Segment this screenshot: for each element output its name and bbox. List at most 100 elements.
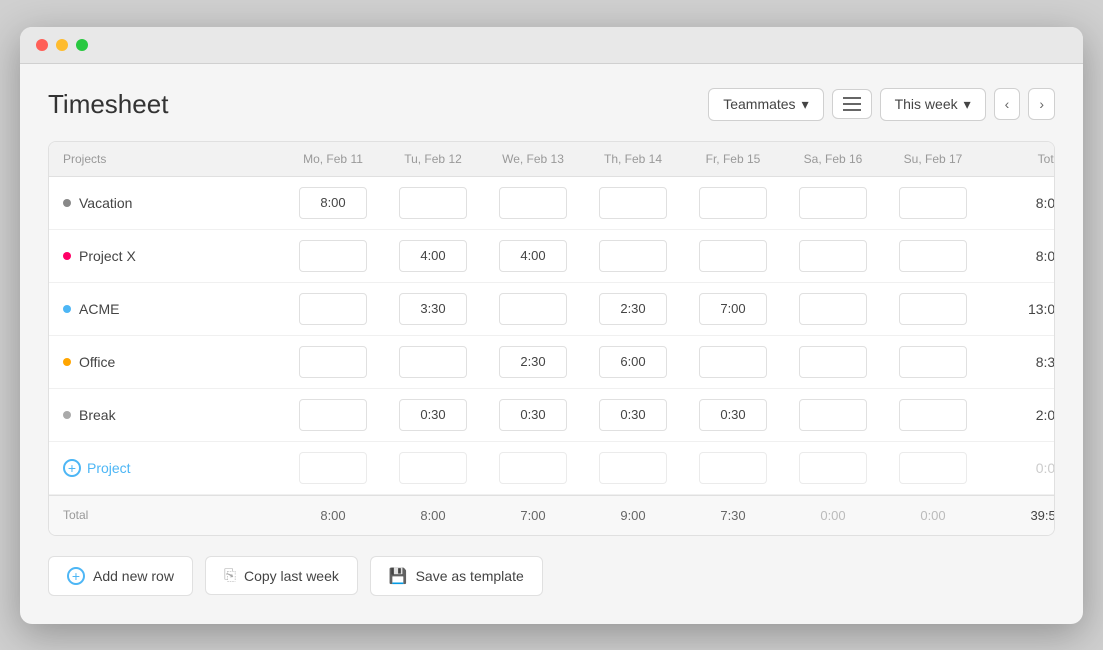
time-input-sun[interactable] <box>899 293 967 325</box>
total-mon: 8:00 <box>283 508 383 523</box>
project-dot <box>63 358 71 366</box>
row-total: 8:30 <box>983 354 1055 370</box>
time-input-tue[interactable] <box>399 293 467 325</box>
add-project-label: Project <box>87 460 131 476</box>
add-row-button[interactable]: + Add new row <box>48 556 193 596</box>
time-input-sun[interactable] <box>899 399 967 431</box>
teammates-button[interactable]: Teammates ▾ <box>708 88 823 121</box>
table-row: ACME 13:00 × <box>49 283 1054 336</box>
maximize-button[interactable] <box>76 39 88 51</box>
col-projects: Projects <box>63 152 283 166</box>
chevron-down-icon: ▾ <box>964 96 971 113</box>
time-input-sat[interactable] <box>799 187 867 219</box>
time-input-sun[interactable] <box>899 452 967 484</box>
table-row: Project X 8:00 × <box>49 230 1054 283</box>
time-input-wed[interactable] <box>499 452 567 484</box>
time-input-sun[interactable] <box>899 346 967 378</box>
project-dot <box>63 411 71 419</box>
page-header: Timesheet Teammates ▾ This week ▾ <box>48 88 1055 121</box>
project-name-text: ACME <box>79 301 119 317</box>
project-name-text: Break <box>79 407 116 423</box>
main-content: Timesheet Teammates ▾ This week ▾ <box>20 64 1083 624</box>
time-input-sun[interactable] <box>899 240 967 272</box>
circle-plus-icon: + <box>63 459 81 477</box>
prev-week-button[interactable]: ‹ <box>994 88 1021 120</box>
list-view-button[interactable] <box>832 89 872 119</box>
save-template-button[interactable]: 💾 Save as template <box>370 556 543 596</box>
time-input-fri[interactable] <box>699 187 767 219</box>
add-project-button[interactable]: + Project <box>63 459 283 477</box>
time-input-fri[interactable] <box>699 399 767 431</box>
close-button[interactable] <box>36 39 48 51</box>
time-input-tue[interactable] <box>399 399 467 431</box>
time-input-thu[interactable] <box>599 452 667 484</box>
time-input-wed[interactable] <box>499 346 567 378</box>
save-template-label: Save as template <box>416 568 524 584</box>
project-dot <box>63 252 71 260</box>
add-project-row: + Project 0:00 × <box>49 442 1054 495</box>
time-input-fri[interactable] <box>699 240 767 272</box>
time-input-sat[interactable] <box>799 452 867 484</box>
time-input-wed[interactable] <box>499 399 567 431</box>
project-name-text: Project X <box>79 248 136 264</box>
row-total: 8:00 <box>983 248 1055 264</box>
save-icon: 💾 <box>389 567 408 585</box>
next-week-button[interactable]: › <box>1028 88 1055 120</box>
time-input-mon[interactable] <box>299 399 367 431</box>
header-controls: Teammates ▾ This week ▾ ‹ <box>708 88 1055 121</box>
chevron-down-icon: ▾ <box>802 96 809 113</box>
time-input-tue[interactable] <box>399 187 467 219</box>
time-input-sat[interactable] <box>799 240 867 272</box>
app-window: Timesheet Teammates ▾ This week ▾ <box>20 27 1083 624</box>
time-input-wed[interactable] <box>499 240 567 272</box>
time-input-wed[interactable] <box>499 187 567 219</box>
time-input-fri[interactable] <box>699 293 767 325</box>
copy-last-week-button[interactable]: ⎘ Copy last week <box>205 556 358 595</box>
time-input-thu[interactable] <box>599 187 667 219</box>
time-input-mon[interactable] <box>299 346 367 378</box>
this-week-button[interactable]: This week ▾ <box>880 88 986 121</box>
time-input-tue[interactable] <box>399 452 467 484</box>
col-total: Total <box>983 152 1055 166</box>
total-fri: 7:30 <box>683 508 783 523</box>
circle-plus-icon: + <box>67 567 85 585</box>
time-input-mon[interactable] <box>299 293 367 325</box>
this-week-label: This week <box>895 96 958 112</box>
time-input-mon[interactable] <box>299 452 367 484</box>
time-input-sat[interactable] <box>799 399 867 431</box>
total-thu: 9:00 <box>583 508 683 523</box>
table-row: Office 8:30 × <box>49 336 1054 389</box>
time-input-tue[interactable] <box>399 346 467 378</box>
time-input-fri[interactable] <box>699 346 767 378</box>
total-sat: 0:00 <box>783 508 883 523</box>
time-input-thu[interactable] <box>599 240 667 272</box>
time-input-fri[interactable] <box>699 452 767 484</box>
table-row: Break 2:00 × <box>49 389 1054 442</box>
project-label: Office <box>63 354 283 370</box>
time-input-sat[interactable] <box>799 293 867 325</box>
time-input-tue[interactable] <box>399 240 467 272</box>
row-total: 0:00 <box>983 460 1055 476</box>
time-input-sun[interactable] <box>899 187 967 219</box>
total-tue: 8:00 <box>383 508 483 523</box>
time-input-mon[interactable] <box>299 240 367 272</box>
row-total: 2:00 <box>983 407 1055 423</box>
col-sun: Su, Feb 17 <box>883 152 983 166</box>
time-input-thu[interactable] <box>599 293 667 325</box>
project-label: ACME <box>63 301 283 317</box>
time-input-wed[interactable] <box>499 293 567 325</box>
time-input-mon[interactable] <box>299 187 367 219</box>
teammates-label: Teammates <box>723 96 795 112</box>
col-sat: Sa, Feb 16 <box>783 152 883 166</box>
copy-icon: ⎘ <box>224 567 236 584</box>
page-title: Timesheet <box>48 89 168 120</box>
row-total: 8:00 <box>983 195 1055 211</box>
minimize-button[interactable] <box>56 39 68 51</box>
time-input-thu[interactable] <box>599 399 667 431</box>
project-dot <box>63 305 71 313</box>
project-label: Project X <box>63 248 283 264</box>
time-input-thu[interactable] <box>599 346 667 378</box>
time-input-sat[interactable] <box>799 346 867 378</box>
col-tue: Tu, Feb 12 <box>383 152 483 166</box>
footer-actions: + Add new row ⎘ Copy last week 💾 Save as… <box>48 556 1055 600</box>
